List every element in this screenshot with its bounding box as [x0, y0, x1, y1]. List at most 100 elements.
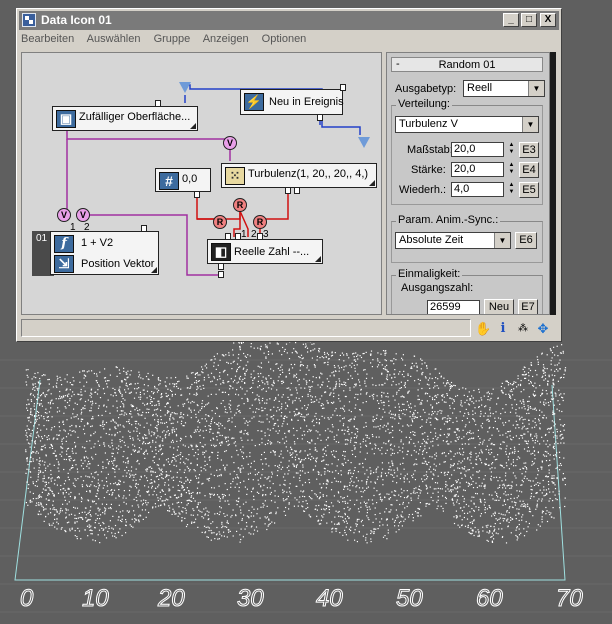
- port-v[interactable]: V: [76, 208, 90, 222]
- node-random-surface[interactable]: ▣ Zufälliger Oberfläche...: [52, 106, 198, 131]
- axis-tick-label: 0: [20, 585, 34, 612]
- ausgabetyp-dropdown[interactable]: Reell ▼: [463, 80, 545, 97]
- massstab-spinner[interactable]: ▲ ▼: [507, 142, 516, 157]
- menu-gruppe[interactable]: Gruppe: [154, 33, 191, 45]
- port-bottom[interactable]: [294, 187, 300, 194]
- sync-label: Param. Anim.-Sync.:: [396, 214, 501, 226]
- title-bar[interactable]: Data Icon 01 _ □ X: [19, 11, 559, 30]
- node-real-number[interactable]: ◧ Reelle Zahl --...: [207, 239, 323, 264]
- real-number-icon: ◧: [211, 243, 231, 261]
- panel-scrollbar[interactable]: [550, 52, 556, 315]
- rollout-header[interactable]: - Random 01: [391, 57, 543, 72]
- ausgabetyp-value: Reell: [467, 82, 493, 94]
- function-expression: 1 + V2: [81, 237, 114, 249]
- event-icon: ⚡: [244, 93, 264, 111]
- staerke-e-button[interactable]: E4: [519, 162, 539, 178]
- function-output: Position Vektor: [81, 258, 155, 270]
- input-arrow-icon[interactable]: [358, 137, 370, 148]
- node-constant[interactable]: # 0,0: [155, 168, 211, 192]
- input-arrow-icon[interactable]: [179, 82, 191, 93]
- port-bottom[interactable]: [218, 271, 224, 278]
- minimize-button[interactable]: _: [503, 13, 519, 27]
- verteilung-dropdown[interactable]: Turbulenz V ▼: [395, 116, 539, 133]
- menu-bar: Bearbeiten Auswählen Gruppe Anzeigen Opt…: [21, 33, 316, 49]
- port-top[interactable]: [155, 100, 161, 107]
- port-bottom[interactable]: [218, 263, 224, 270]
- rollout-title: Random 01: [438, 59, 496, 71]
- ausgabetyp-label: Ausgabetyp:: [395, 83, 457, 95]
- schematic-canvas[interactable]: ▣ Zufälliger Oberfläche... ⚡ Neu in Erei…: [21, 52, 382, 315]
- port-v[interactable]: V: [57, 208, 71, 222]
- wiederh-e-button[interactable]: E5: [519, 182, 539, 198]
- menu-anzeigen[interactable]: Anzeigen: [203, 33, 249, 45]
- close-button[interactable]: X: [540, 13, 556, 27]
- move-icon[interactable]: ✥: [535, 321, 551, 337]
- menu-bearbeiten[interactable]: Bearbeiten: [21, 33, 74, 45]
- axis-tick-label: 50: [396, 585, 423, 612]
- corner-icon: [151, 267, 157, 273]
- wiederh-field[interactable]: 4,0: [451, 182, 504, 197]
- particle-cloud: [25, 328, 567, 544]
- port-top[interactable]: [340, 84, 346, 91]
- port-r[interactable]: R: [253, 215, 267, 229]
- axis-tick-label: 30: [237, 585, 264, 612]
- node-label: Zufälliger Oberfläche...: [79, 111, 191, 123]
- select-icon[interactable]: ⁂: [515, 321, 531, 337]
- einmaligkeit-label: Einmaligkeit:: [396, 268, 463, 280]
- node-label: 0,0: [182, 173, 198, 185]
- port-bottom[interactable]: [285, 187, 291, 194]
- info-icon[interactable]: i: [495, 321, 511, 337]
- axis-tick-label: 10: [82, 585, 109, 612]
- node-label: Neu in Ereignis: [269, 96, 344, 108]
- node-new-in-event[interactable]: ⚡ Neu in Ereignis: [240, 89, 344, 115]
- port-r[interactable]: R: [213, 215, 227, 229]
- turbulence-icon: ⁙: [225, 167, 245, 185]
- window-title: Data Icon 01: [41, 13, 112, 27]
- port-v-top[interactable]: V: [223, 136, 237, 150]
- corner-icon: [315, 256, 321, 262]
- corner-icon: [190, 123, 196, 129]
- axis-tick-label: 40: [316, 585, 343, 612]
- bounds-frame: [14, 379, 566, 581]
- node-function[interactable]: f ⇲ 1 + V2 Position Vektor: [50, 231, 159, 275]
- staerke-field[interactable]: 20,0: [451, 162, 504, 177]
- chevron-down-icon: ▼: [528, 81, 544, 96]
- node-turbulence[interactable]: ⁙ Turbulenz(1, 20,, 20,, 4,): [221, 163, 377, 188]
- neu-e-button[interactable]: E7: [518, 299, 538, 314]
- schematic-app-icon: [22, 13, 36, 27]
- parameter-panel: - Random 01 Ausgabetyp: Reell ▼ Verteilu…: [386, 52, 550, 315]
- axis-tick-label: 20: [157, 585, 185, 612]
- hand-icon[interactable]: ✋: [475, 321, 491, 337]
- node-label: Reelle Zahl --...: [234, 246, 310, 258]
- function-icon: f: [54, 235, 74, 253]
- verteilung-label: Verteilung:: [396, 98, 452, 110]
- output-icon: ⇲: [54, 255, 74, 273]
- sync-value: Absolute Zeit: [399, 234, 464, 246]
- wiederh-spinner[interactable]: ▲ ▼: [507, 182, 516, 197]
- chevron-down-icon: ▼: [522, 117, 538, 132]
- verteilung-value: Turbulenz V: [399, 118, 458, 130]
- menu-auswaehlen[interactable]: Auswählen: [87, 33, 141, 45]
- port-bottom[interactable]: [317, 114, 323, 121]
- staerke-spinner[interactable]: ▲ ▼: [507, 162, 516, 177]
- menu-optionen[interactable]: Optionen: [262, 33, 307, 45]
- axis-tick-label: 60: [476, 585, 503, 612]
- massstab-label: Maßstab:: [407, 144, 453, 156]
- node-label: Turbulenz(1, 20,, 20,, 4,): [248, 168, 369, 180]
- axis-tick-label: 70: [556, 585, 583, 612]
- sync-e-button[interactable]: E6: [515, 232, 537, 249]
- massstab-field[interactable]: 20,0: [451, 142, 504, 157]
- chevron-down-icon: ▼: [494, 233, 510, 248]
- port-r[interactable]: R: [233, 198, 247, 212]
- node-id: 01: [36, 233, 48, 244]
- status-bar: [21, 319, 471, 337]
- sync-dropdown[interactable]: Absolute Zeit ▼: [395, 232, 511, 249]
- ausgangszahl-field[interactable]: 26599: [427, 300, 480, 314]
- port-bottom[interactable]: [194, 191, 200, 198]
- hash-icon: #: [159, 172, 179, 190]
- massstab-e-button[interactable]: E3: [519, 142, 539, 158]
- staerke-label: Stärke:: [411, 164, 446, 176]
- maximize-button[interactable]: □: [521, 13, 537, 27]
- neu-button[interactable]: Neu: [484, 299, 514, 314]
- surface-icon: ▣: [56, 110, 76, 128]
